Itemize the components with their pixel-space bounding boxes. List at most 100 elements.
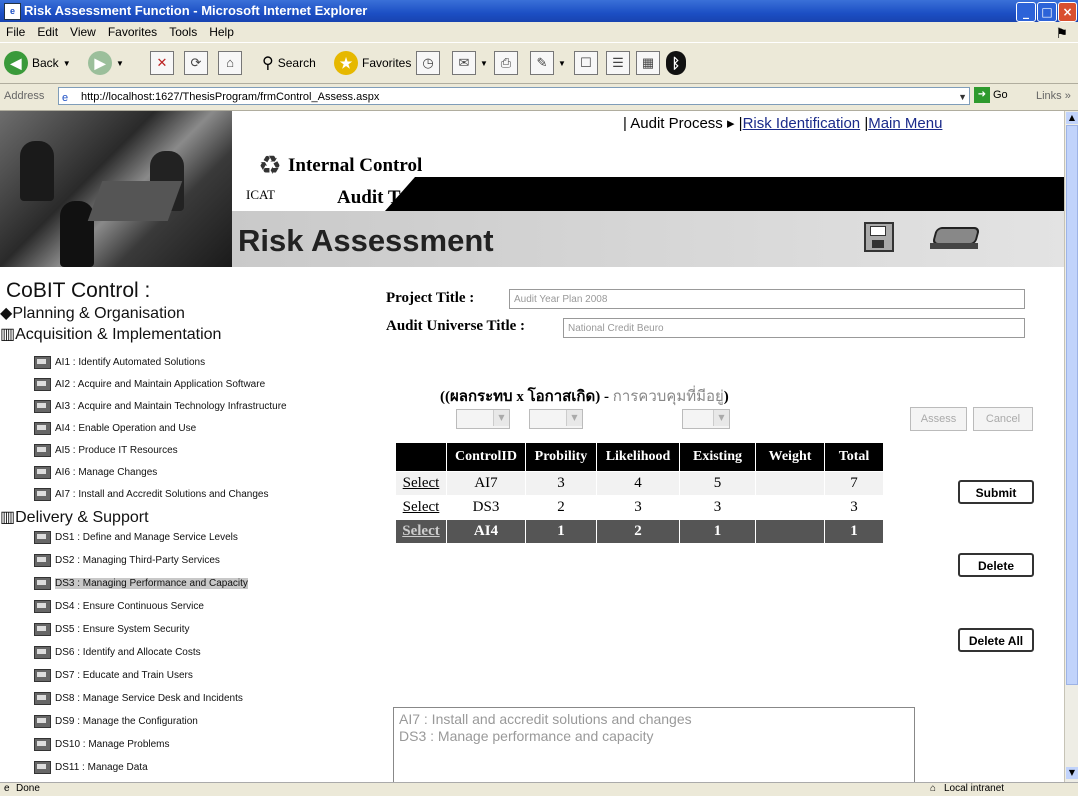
tree-item-ai6[interactable]: AI6 : Manage Changes	[34, 466, 157, 479]
back-button[interactable]: ◀ Back ▼	[4, 50, 71, 76]
menu-edit[interactable]: Edit	[31, 22, 64, 42]
chevron-down-icon: ▼	[566, 410, 582, 426]
address-url: http://localhost:1627/ThesisProgram/frmC…	[81, 91, 380, 103]
save-icon[interactable]	[864, 222, 894, 252]
cancel-button[interactable]: Cancel	[973, 407, 1033, 431]
delete-button[interactable]: Delete	[958, 553, 1034, 577]
tree-item-ds5[interactable]: DS5 : Ensure System Security	[34, 623, 190, 636]
forward-button[interactable]: ▶ ▼	[88, 50, 124, 76]
search-button[interactable]: ⚲ Search	[262, 50, 316, 76]
tape-icon	[34, 531, 51, 544]
status-text: Done	[16, 783, 40, 794]
go-button[interactable]: ➜ Go	[974, 87, 1008, 103]
tree-item-ds10[interactable]: DS10 : Manage Problems	[34, 738, 170, 751]
menu-favorites[interactable]: Favorites	[102, 22, 163, 42]
maximize-button[interactable]: □	[1037, 2, 1057, 22]
go-label: Go	[993, 89, 1008, 101]
tree-item-ds7[interactable]: DS7 : Educate and Train Users	[34, 669, 193, 682]
submit-button[interactable]: Submit	[958, 480, 1034, 504]
domain-acquisition-implementation[interactable]: ▥Acquisition & Implementation	[0, 324, 221, 344]
tree-item-ds1[interactable]: DS1 : Define and Manage Service Levels	[34, 531, 238, 544]
tree-item-ds2[interactable]: DS2 : Managing Third-Party Services	[34, 554, 220, 567]
select-link[interactable]: Select	[402, 523, 439, 539]
links-toolbar[interactable]: Links »	[1036, 90, 1071, 102]
tree-item-ds3-selected[interactable]: DS3 : Managing Performance and Capacity	[34, 577, 248, 590]
tree-item-label: DS2 : Managing Third-Party Services	[55, 555, 220, 566]
menu-view[interactable]: View	[64, 22, 102, 42]
print-button[interactable]: ⎙	[494, 50, 518, 76]
tree-item-label: DS9 : Manage the Configuration	[55, 716, 198, 727]
nav-separator: |	[623, 115, 627, 132]
description-textarea[interactable]: AI7 : Install and accredit solutions and…	[393, 707, 915, 782]
cell-control-id: AI4	[446, 519, 526, 544]
menu-tools[interactable]: Tools	[163, 22, 203, 42]
research-button[interactable]: ▦	[636, 50, 660, 76]
project-title-input[interactable]: Audit Year Plan 2008	[509, 289, 1025, 309]
nav-audit-process[interactable]: Audit Process	[630, 115, 723, 132]
book-icon: ▥	[0, 509, 16, 526]
tree-item-ai1[interactable]: AI1 : Identify Automated Solutions	[34, 356, 205, 369]
go-arrow-icon: ➜	[974, 87, 990, 103]
menu-help[interactable]: Help	[203, 22, 240, 42]
tree-item-ai2[interactable]: AI2 : Acquire and Maintain Application S…	[34, 378, 265, 391]
address-dropdown-icon[interactable]: ▼	[958, 88, 967, 106]
edit-button[interactable]: ✎ ▼	[530, 50, 566, 76]
scroll-up-icon[interactable]: ▲	[1066, 112, 1078, 124]
domain-delivery-support[interactable]: ▥Delivery & Support	[0, 507, 149, 527]
tree-item-ai5[interactable]: AI5 : Produce IT Resources	[34, 444, 178, 457]
tree-item-label: AI3 : Acquire and Maintain Technology In…	[55, 401, 287, 412]
back-arrow-icon: ◀	[4, 51, 28, 75]
nav-risk-identification-link[interactable]: Risk Identification	[743, 115, 861, 132]
scanner-icon[interactable]	[930, 223, 981, 251]
stop-button[interactable]: ✕	[150, 50, 174, 76]
nav-main-menu-link[interactable]: Main Menu	[868, 115, 942, 132]
table-row: Select DS3 2 3 3 3	[395, 495, 884, 520]
existing-control-dropdown[interactable]: ▼	[682, 409, 730, 429]
select-link[interactable]: Select	[403, 499, 440, 515]
tree-item-ds11[interactable]: DS11 : Manage Data	[34, 761, 148, 774]
tree-item-ds9[interactable]: DS9 : Manage the Configuration	[34, 715, 198, 728]
minimize-button[interactable]: _	[1016, 2, 1036, 22]
scrollbar-thumb[interactable]	[1066, 125, 1078, 685]
tree-item-label: AI1 : Identify Automated Solutions	[55, 357, 206, 368]
intranet-icon: ⌂	[930, 783, 937, 794]
discuss-icon: ☐	[574, 51, 598, 75]
assess-button[interactable]: Assess	[910, 407, 967, 431]
scroll-down-icon[interactable]: ▼	[1066, 767, 1078, 779]
close-button[interactable]: ×	[1058, 2, 1077, 22]
tree-item-ai4[interactable]: AI4 : Enable Operation and Use	[34, 422, 196, 435]
tree-item-ds6[interactable]: DS6 : Identify and Allocate Costs	[34, 646, 201, 659]
window-title-bar[interactable]: e Risk Assessment Function - Microsoft I…	[0, 0, 1078, 22]
bluetooth-icon: ᛒ	[666, 51, 686, 75]
refresh-icon: ⟳	[184, 51, 208, 75]
messenger-button[interactable]: ☰	[606, 50, 630, 76]
likelihood-dropdown[interactable]: ▼	[529, 409, 583, 429]
tree-item-ds4[interactable]: DS4 : Ensure Continuous Service	[34, 600, 204, 613]
domain-planning-organisation[interactable]: ◆Planning & Organisation	[0, 303, 185, 323]
address-input[interactable]: e http://localhost:1627/ThesisProgram/fr…	[58, 87, 970, 105]
discuss-button[interactable]: ☐	[574, 50, 598, 76]
home-icon: ⌂	[218, 51, 242, 75]
favorites-button[interactable]: ★ Favorites	[334, 50, 411, 76]
table-row-selected: Select AI4 1 2 1 1	[395, 519, 884, 544]
delete-all-button[interactable]: Delete All	[958, 628, 1034, 652]
tape-icon	[34, 554, 51, 567]
back-label: Back	[32, 56, 59, 70]
tree-item-ai7[interactable]: AI7 : Install and Accredit Solutions and…	[34, 488, 268, 501]
project-title-label: Project Title :	[386, 290, 475, 306]
select-link[interactable]: Select	[403, 475, 440, 491]
cell-existing: 3	[679, 495, 756, 520]
vertical-scrollbar[interactable]: ▲ ▼	[1064, 111, 1078, 782]
impact-dropdown[interactable]: ▼	[456, 409, 510, 429]
bluetooth-button[interactable]: ᛒ	[666, 50, 686, 76]
mail-button[interactable]: ✉ ▼	[452, 50, 488, 76]
menu-file[interactable]: File	[0, 22, 31, 42]
tree-item-label: DS11 : Manage Data	[55, 762, 148, 773]
header-dark-band	[415, 177, 1064, 211]
home-button[interactable]: ⌂	[218, 50, 242, 76]
refresh-button[interactable]: ⟳	[184, 50, 208, 76]
tree-item-ds8[interactable]: DS8 : Manage Service Desk and Incidents	[34, 692, 243, 705]
history-button[interactable]: ◷	[416, 50, 440, 76]
tree-item-ai3[interactable]: AI3 : Acquire and Maintain Technology In…	[34, 400, 287, 413]
universe-title-input[interactable]: National Credit Beuro	[563, 318, 1025, 338]
